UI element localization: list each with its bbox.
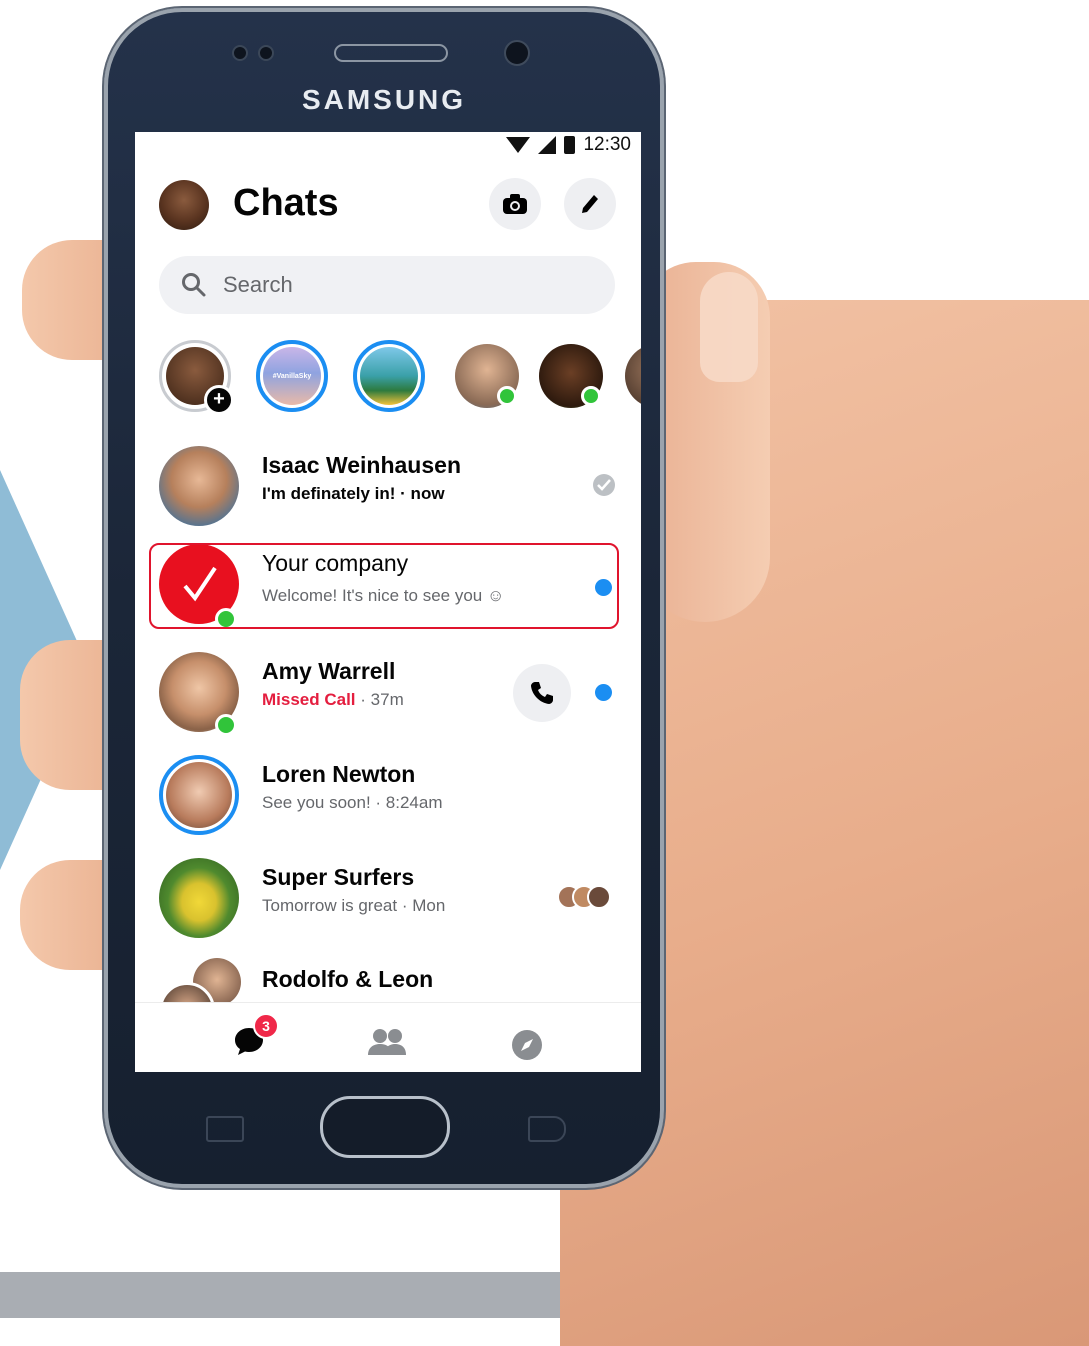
signal-icon (538, 136, 557, 154)
chat-row[interactable]: Isaac Weinhausen I'm definately in! · no… (135, 438, 641, 534)
profile-avatar[interactable] (159, 180, 209, 230)
online-indicator (215, 714, 237, 736)
chat-preview: Tomorrow is great · Mon (262, 896, 446, 915)
chat-time: · 37m (355, 690, 404, 709)
chat-preview: I'm definately in! · now (262, 484, 445, 503)
status-bar: 12:30 (135, 132, 641, 158)
story-person[interactable] (625, 344, 641, 408)
chat-name: Loren Newton (262, 761, 416, 787)
nav-people[interactable] (367, 1027, 407, 1062)
front-camera (504, 40, 530, 66)
back-key[interactable] (528, 1116, 566, 1142)
avatar-photo (166, 762, 232, 828)
bottom-nav: 3 (135, 1002, 641, 1072)
story-own[interactable]: + (159, 340, 234, 415)
device-brand: SAMSUNG (301, 84, 467, 115)
recents-key[interactable] (206, 1116, 244, 1142)
camera-button[interactable] (489, 178, 541, 230)
avatar (159, 858, 239, 938)
earpiece-speaker (334, 44, 448, 62)
avatar (159, 446, 239, 526)
status-time: 12:30 (583, 134, 631, 155)
nav-chats[interactable]: 3 (233, 1013, 279, 1057)
story-beach[interactable] (353, 340, 425, 412)
search-placeholder: Search (223, 272, 293, 297)
chat-name: Isaac Weinhausen (262, 452, 461, 478)
chat-name: Rodolfo & Leon (262, 966, 434, 992)
header: Chats (159, 178, 619, 234)
story-label: #VanillaSky (272, 372, 312, 380)
unread-indicator (595, 684, 612, 701)
member-avatar (587, 885, 611, 909)
chat-row[interactable]: Super Surfers Tomorrow is great · Mon (135, 850, 641, 946)
sensor (258, 45, 274, 61)
avatar (159, 755, 239, 835)
thumb-nail (700, 272, 758, 382)
missed-call-label: Missed Call (262, 690, 356, 709)
chat-name: Amy Warrell (262, 658, 396, 684)
story-person[interactable] (539, 344, 603, 408)
call-button[interactable] (513, 664, 571, 722)
search-input[interactable]: Search (159, 256, 615, 314)
search-icon (182, 273, 206, 297)
wifi-icon (506, 137, 531, 153)
home-button[interactable] (320, 1096, 450, 1158)
nav-discover[interactable] (511, 1029, 543, 1066)
chat-preview: See you soon! · 8:24am (262, 793, 443, 812)
add-story-icon[interactable]: + (204, 385, 234, 415)
unread-badge: 3 (253, 1013, 279, 1039)
battery-icon (564, 136, 576, 154)
story-avatar (625, 344, 641, 408)
page-title: Chats (233, 182, 339, 224)
compass-icon (512, 1030, 542, 1060)
story-thumbnail: #VanillaSky (263, 347, 321, 405)
chat-row[interactable]: Loren Newton See you soon! · 8:24am (135, 747, 641, 843)
story-vanilla-sky[interactable]: #VanillaSky (256, 340, 328, 412)
camera-icon (503, 194, 527, 214)
chat-row[interactable]: Amy Warrell Missed Call · 37m (135, 644, 641, 740)
app-screen: 12:30 Chats Search + #VanillaSky Isaac W… (135, 132, 641, 1072)
chat-preview: Missed Call · 37m (262, 690, 404, 710)
story-thumbnail (360, 347, 418, 405)
chat-name: Super Surfers (262, 864, 415, 890)
read-receipt-icon (593, 474, 615, 496)
new-message-button[interactable] (564, 178, 616, 230)
highlight-box (149, 543, 619, 629)
pencil-icon (582, 195, 598, 213)
online-indicator (497, 386, 517, 406)
sensor (232, 45, 248, 61)
phone-icon (531, 682, 553, 704)
people-icon (368, 1029, 406, 1055)
story-person[interactable] (455, 344, 519, 408)
online-indicator (581, 386, 601, 406)
stories-row: + #VanillaSky (159, 340, 641, 416)
